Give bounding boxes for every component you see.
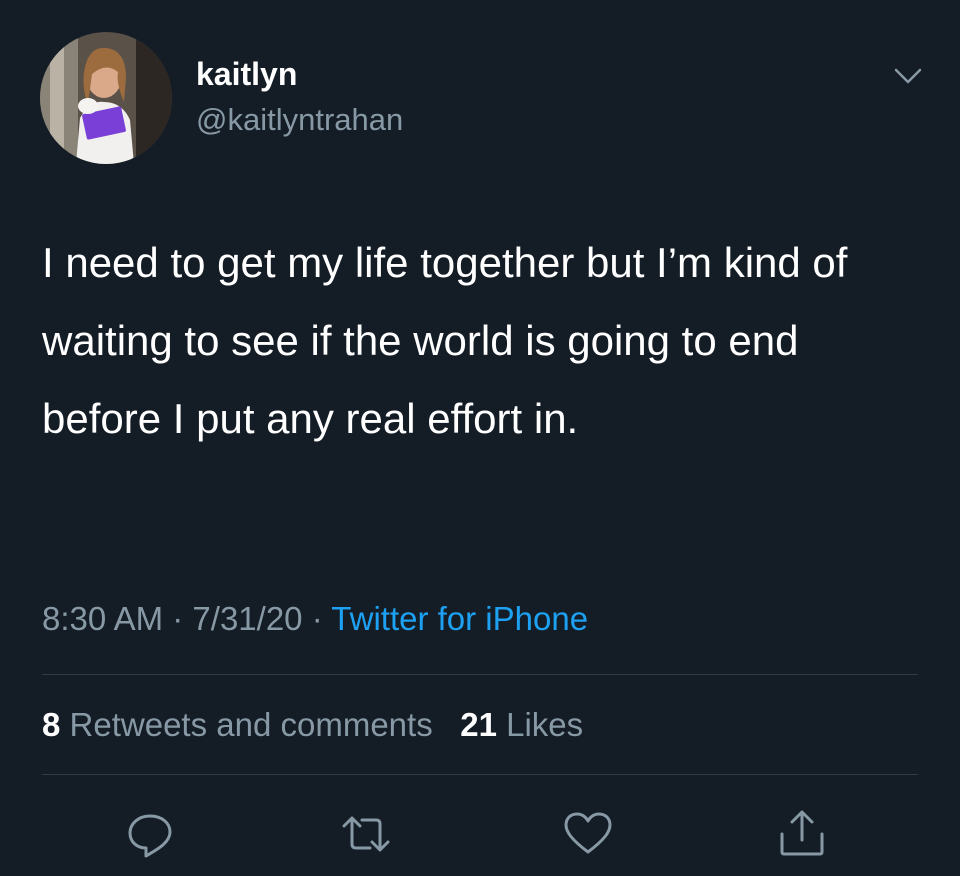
tweet-menu-button[interactable]: [890, 62, 926, 90]
tweet-text: I need to get my life together but I’m k…: [42, 239, 848, 442]
divider: [42, 674, 918, 675]
reply-button[interactable]: [122, 806, 178, 862]
avatar-image: [40, 32, 172, 164]
share-icon: [780, 810, 824, 856]
retweets-count: 8: [42, 706, 61, 743]
divider: [42, 774, 918, 775]
reply-icon: [128, 814, 172, 858]
meta-separator: ·: [172, 600, 184, 637]
tweet-date[interactable]: 7/31/20: [192, 600, 302, 637]
likes-count: 21: [460, 706, 497, 743]
meta-separator: ·: [311, 600, 323, 637]
retweet-icon: [342, 816, 390, 852]
display-name[interactable]: kaitlyn: [196, 54, 297, 94]
tweet-stats: 8 Retweets and comments 21 Likes: [42, 702, 583, 748]
retweets-label: Retweets and comments: [69, 706, 433, 743]
heart-icon: [564, 812, 612, 854]
tweet-source-link[interactable]: Twitter for iPhone: [331, 600, 588, 637]
user-handle[interactable]: @kaitlyntrahan: [196, 100, 403, 140]
share-button[interactable]: [774, 806, 830, 862]
likes-stat[interactable]: 21 Likes: [460, 706, 583, 743]
chevron-down-icon: [894, 68, 922, 84]
retweet-button[interactable]: [338, 806, 394, 862]
like-button[interactable]: [560, 806, 616, 862]
avatar[interactable]: [40, 32, 172, 164]
tweet-meta: 8:30 AM · 7/31/20 · Twitter for iPhone: [42, 596, 588, 642]
likes-label: Likes: [506, 706, 584, 743]
tweet-time: 8:30 AM: [42, 600, 164, 637]
retweets-stat[interactable]: 8 Retweets and comments: [42, 706, 442, 743]
